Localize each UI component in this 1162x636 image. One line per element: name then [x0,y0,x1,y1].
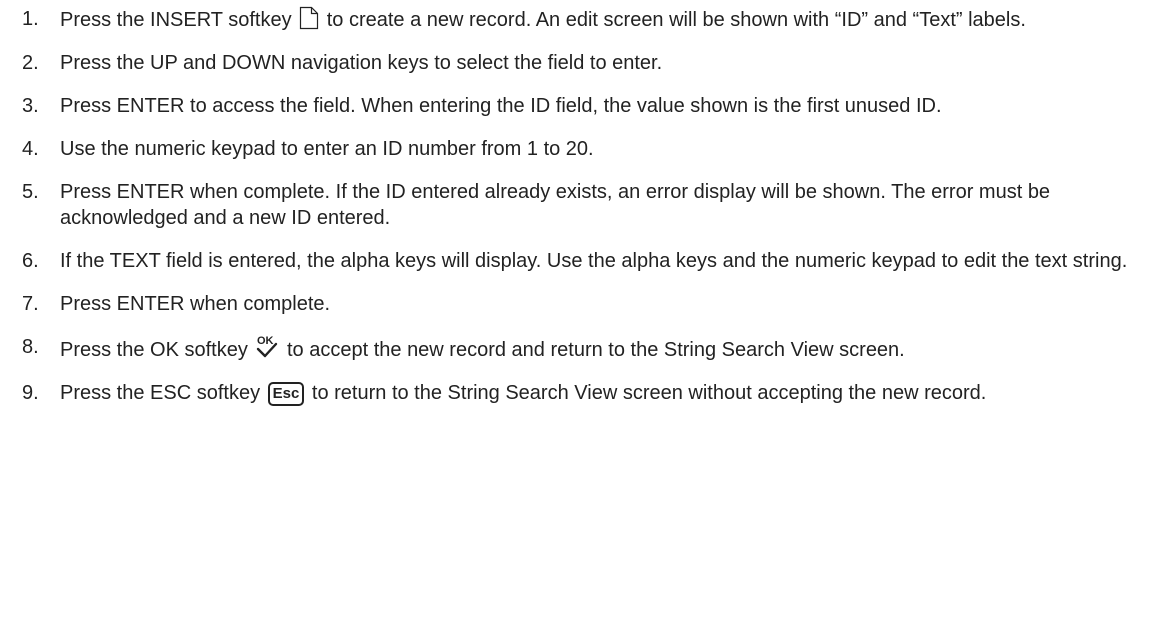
step-number: 8. [22,336,39,358]
esc-key-icon: Esc [267,382,305,406]
step-7: 7. Press ENTER when complete. [0,291,1162,317]
step-text: Press the INSERT softkey [60,9,292,31]
step-text: If the TEXT field is entered, the alpha … [60,250,1128,272]
step-9: 9. Press the ESC softkey Esc to return t… [0,380,1162,406]
step-5: 5. Press ENTER when complete. If the ID … [0,179,1162,231]
step-text: to return to the String Search View scre… [311,382,987,404]
insert-document-icon [300,6,319,30]
step-number: 4. [22,138,39,160]
ok-icon-label: OK [257,335,274,347]
step-number: 9. [22,382,39,404]
step-2: 2. Press the UP and DOWN navigation keys… [0,50,1162,76]
step-8: 8. Press the OK softkey OK to accept the… [0,334,1162,363]
step-text: Press ENTER to access the field. When en… [60,95,942,117]
step-3: 3. Press ENTER to access the field. When… [0,93,1162,119]
step-1: 1. Press the INSERT softkey to create a … [0,6,1162,33]
ok-checkmark-icon: OK [257,335,278,358]
step-text: Press the ESC softkey [60,382,261,404]
step-4: 4. Use the numeric keypad to enter an ID… [0,136,1162,162]
step-number: 7. [22,293,39,315]
step-text: Press the UP and DOWN navigation keys to… [60,52,663,74]
step-text: Press the OK softkey [60,339,248,361]
step-number: 2. [22,52,39,74]
step-text: to accept the new record and return to t… [286,339,905,361]
step-text: to create a new record. An edit screen w… [326,9,1026,31]
step-6: 6. If the TEXT field is entered, the alp… [0,248,1162,274]
instruction-list: 1. Press the INSERT softkey to create a … [0,6,1162,423]
step-number: 6. [22,250,39,272]
step-number: 5. [22,181,39,203]
step-number: 3. [22,95,39,117]
step-text: Press ENTER when complete. If the ID ent… [60,181,1051,229]
step-text: Press ENTER when complete. [60,293,331,315]
step-text: Use the numeric keypad to enter an ID nu… [60,138,594,160]
step-number: 1. [22,8,39,30]
